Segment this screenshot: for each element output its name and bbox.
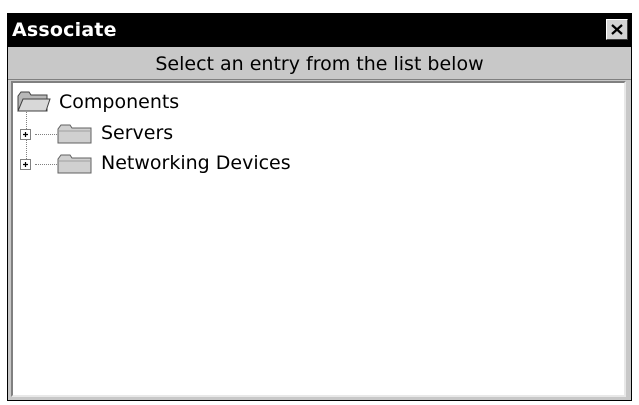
folder-icon <box>57 154 92 174</box>
component-tree[interactable]: Components Servers Networking Devices <box>11 81 626 397</box>
tree-item-components[interactable]: Components <box>15 91 275 115</box>
close-icon <box>611 24 623 35</box>
folder-open-icon <box>17 91 51 112</box>
folder-icon <box>57 124 92 144</box>
associate-dialog: Associate Select an entry from the list … <box>7 13 632 401</box>
close-button[interactable] <box>606 19 628 40</box>
instruction-text: Select an entry from the list below <box>155 53 484 75</box>
tree-item-servers[interactable]: Servers <box>15 122 315 146</box>
tree-item-label: Networking Devices <box>101 152 291 174</box>
plus-icon <box>23 162 28 167</box>
tree-item-label: Components <box>59 91 180 113</box>
dialog-title: Associate <box>12 19 117 41</box>
tree-item-label: Servers <box>101 122 174 144</box>
tree-item-networking-devices[interactable]: Networking Devices <box>15 152 375 176</box>
expand-toggle[interactable] <box>20 129 31 140</box>
expand-toggle[interactable] <box>20 159 31 170</box>
plus-icon <box>23 132 28 137</box>
instruction-bar: Select an entry from the list below <box>8 47 631 80</box>
title-bar[interactable]: Associate <box>8 14 631 47</box>
